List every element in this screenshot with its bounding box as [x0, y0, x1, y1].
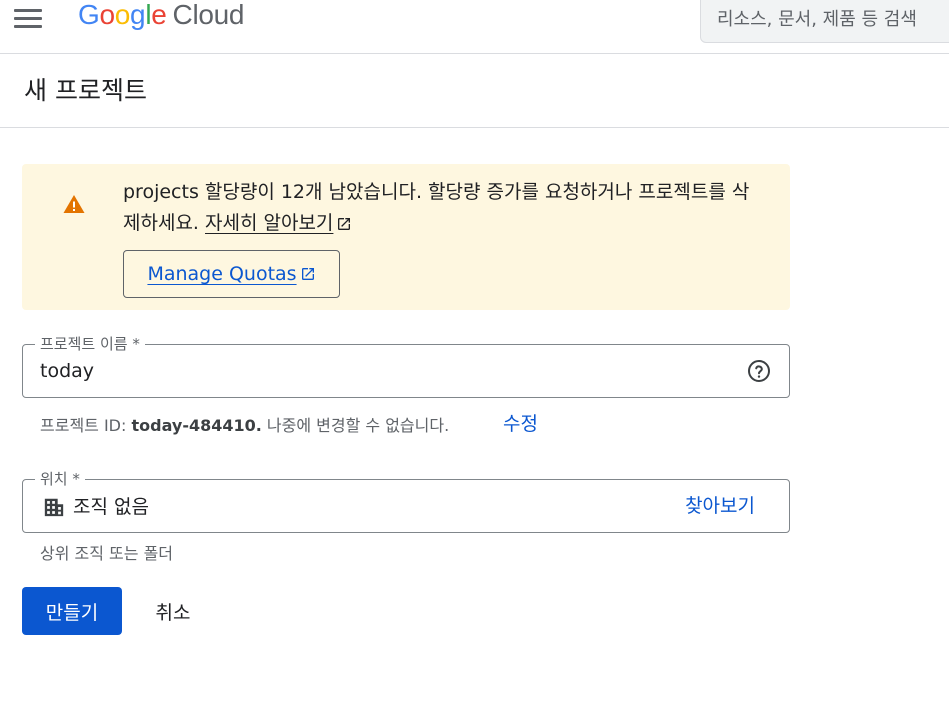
search-box[interactable]: [700, 0, 949, 43]
help-icon[interactable]: [747, 359, 771, 383]
project-id-prefix: 프로젝트 ID:: [40, 416, 132, 435]
learn-more-link[interactable]: 자세히 알아보기: [205, 212, 333, 234]
location-hint: 상위 조직 또는 폴더: [40, 544, 174, 563]
warning-icon: [63, 195, 85, 213]
page-title: 새 프로젝트: [24, 76, 147, 105]
top-bar: Google Cloud: [0, 0, 949, 54]
main-menu-icon[interactable]: [10, 2, 46, 34]
external-link-icon: [301, 268, 314, 280]
project-name-label: 프로젝트 이름 *: [35, 334, 145, 354]
quota-warning-banner: projects 할당량이 12개 남았습니다. 할당량 증가를 요청하거나 프…: [22, 164, 790, 310]
organization-icon: [44, 498, 64, 517]
logo-google-wordmark: Google: [78, 0, 167, 30]
location-label: 위치 *: [35, 469, 85, 489]
create-button[interactable]: 만들기: [22, 587, 122, 635]
page-header: 새 프로젝트: [0, 55, 949, 128]
edit-project-id-link[interactable]: 수정: [503, 409, 538, 436]
manage-quotas-label: Manage Quotas: [147, 263, 297, 285]
learn-more-label: 자세히 알아보기: [205, 212, 334, 234]
cancel-button[interactable]: 취소: [132, 587, 214, 635]
browse-button[interactable]: 찾아보기: [685, 491, 755, 518]
location-field[interactable]: 위치 * 조직 없음 찾아보기: [22, 469, 790, 533]
external-link-icon: [338, 217, 351, 230]
project-id-value: today-484410.: [131, 416, 262, 435]
project-id-hint: 프로젝트 ID: today-484410. 나중에 변경할 수 없습니다.: [40, 412, 449, 436]
manage-quotas-button[interactable]: Manage Quotas: [123, 250, 340, 298]
warning-message: projects 할당량이 12개 남았습니다. 할당량 증가를 요청하거나 프…: [123, 177, 763, 239]
google-cloud-logo[interactable]: Google Cloud: [78, 0, 245, 36]
project-id-suffix: 나중에 변경할 수 없습니다.: [261, 416, 450, 435]
location-value: 조직 없음: [73, 496, 149, 518]
project-name-input[interactable]: [40, 357, 720, 385]
logo-cloud-text: Cloud: [172, 0, 245, 30]
search-input[interactable]: [715, 1, 949, 37]
project-name-field[interactable]: 프로젝트 이름 *: [22, 334, 790, 398]
